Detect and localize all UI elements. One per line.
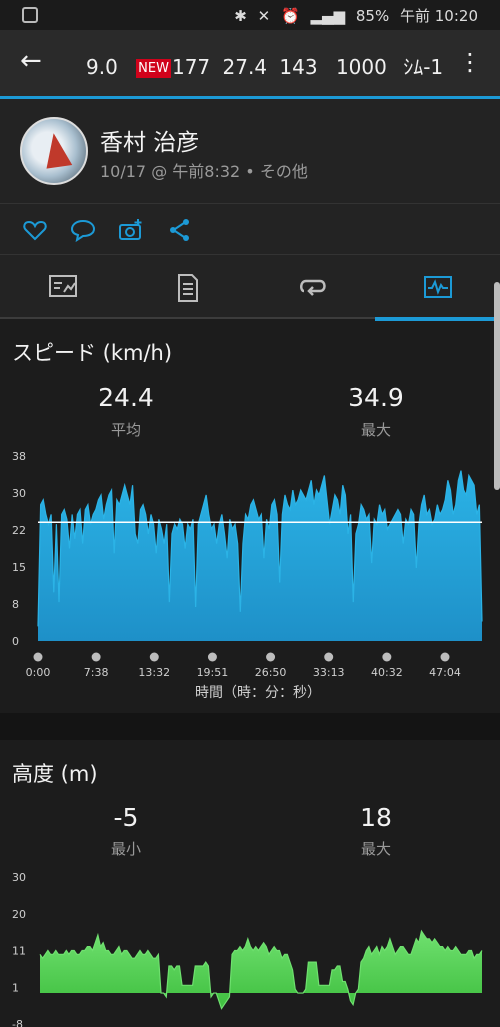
activity-meta: 10/17 @ 午前8:32 • その他: [100, 162, 308, 181]
y-tick-label: 30: [12, 487, 26, 500]
active-tab-indicator: [375, 317, 500, 321]
summary-icon: [49, 275, 77, 297]
min-elevation-label: 最小: [110, 840, 141, 858]
action-bar: [0, 204, 500, 254]
x-tick-dot: [207, 652, 217, 662]
max-elevation-value: 18: [360, 803, 392, 832]
min-elevation-value: -5: [113, 803, 139, 832]
summary-tab[interactable]: [0, 255, 125, 319]
chart-icon: [424, 276, 452, 298]
x-axis-title: 時間（時：分：秒）: [195, 685, 321, 701]
charts-tab[interactable]: [375, 255, 500, 319]
speed-title: スピード (km/h): [12, 341, 173, 365]
title-part: 27.4: [222, 55, 268, 79]
x-tick-dot: [266, 652, 276, 662]
y-tick-label: 15: [12, 561, 26, 574]
activity-header: 香村 治彦 10/17 @ 午前8:32 • その他: [0, 99, 500, 203]
tab-bar: [0, 255, 500, 319]
overflow-menu-icon[interactable]: ⋮: [458, 48, 482, 76]
details-tab[interactable]: [125, 255, 250, 319]
x-tick-dot: [149, 652, 159, 662]
notification-icon: [22, 7, 38, 23]
title-part: ｼﾑ-1: [403, 55, 444, 79]
share-icon[interactable]: [167, 217, 193, 243]
y-tick-label: 8: [12, 598, 19, 611]
x-tick-dot: [91, 652, 101, 662]
activity-title: 9.0 NEW 177 27.4 143 1000 ｼﾑ-1: [86, 51, 443, 80]
x-tick-label: 33:13: [313, 666, 345, 679]
max-speed-value: 34.9: [348, 383, 404, 412]
mute-icon: ✕: [257, 7, 271, 25]
speed-chart[interactable]: 38 30 22 15 8 0 0:00 7:38 13:32 19:51 26:50 33:13 40…: [0, 445, 500, 707]
y-tick-label: 22: [12, 524, 26, 537]
elevation-chart[interactable]: 3020111-8: [0, 866, 500, 1027]
x-tick-dot: [440, 652, 450, 662]
new-badge: NEW: [136, 59, 171, 78]
y-tick-label: 20: [12, 908, 26, 921]
camera-add-icon[interactable]: [118, 217, 144, 243]
x-tick-label: 7:38: [84, 666, 109, 679]
max-elevation-label: 最大: [360, 840, 391, 858]
x-tick-label: 19:51: [197, 666, 229, 679]
battery-percent: 85%: [355, 7, 390, 25]
alarm-icon: ⏰: [281, 7, 300, 25]
x-tick-label: 0:00: [26, 666, 51, 679]
x-tick-dot: [33, 652, 43, 662]
area-series: [40, 931, 482, 1009]
x-tick-dot: [324, 652, 334, 662]
elevation-title: 高度 (m): [12, 762, 98, 786]
avg-speed-value: 24.4: [98, 383, 154, 412]
title-bar: ← 9.0 NEW 177 27.4 143 1000 ｼﾑ-1 ⋮: [0, 30, 500, 96]
signal-icon: ▂▄▆: [310, 7, 346, 25]
title-part: 143: [279, 55, 318, 79]
y-tick-label: -8: [12, 1018, 23, 1027]
max-speed-label: 最大: [360, 421, 391, 439]
details-icon: [178, 274, 198, 302]
title-part: 9.0: [86, 55, 118, 79]
user-name[interactable]: 香村 治彦: [100, 123, 199, 157]
y-tick-label: 30: [12, 871, 26, 884]
status-bar: ✱ ✕ ⏰ ▂▄▆ 85% 午前 10:20: [0, 0, 500, 30]
x-tick-label: 47:04: [429, 666, 461, 679]
x-tick-label: 40:32: [371, 666, 403, 679]
laps-icon: [300, 279, 326, 296]
clock: 午前 10:20: [400, 7, 478, 25]
back-arrow-icon[interactable]: ←: [20, 46, 42, 76]
status-right: ✱ ✕ ⏰ ▂▄▆ 85% 午前 10:20: [228, 5, 478, 26]
y-tick-label: 1: [12, 981, 19, 994]
comment-icon[interactable]: [70, 217, 96, 243]
x-tick-label: 13:32: [138, 666, 170, 679]
y-tick-label: 11: [12, 945, 26, 958]
laps-tab[interactable]: [250, 255, 375, 319]
y-tick-label: 38: [12, 450, 26, 463]
avg-speed-label: 平均: [110, 421, 141, 439]
x-tick-label: 26:50: [255, 666, 287, 679]
title-part: 1000: [335, 55, 387, 79]
y-tick-label: 0: [12, 635, 19, 648]
avatar[interactable]: [20, 117, 88, 185]
heart-icon[interactable]: [22, 217, 48, 243]
bluetooth-icon: ✱: [234, 7, 247, 25]
x-tick-dot: [382, 652, 392, 662]
title-part: 177: [171, 55, 211, 79]
